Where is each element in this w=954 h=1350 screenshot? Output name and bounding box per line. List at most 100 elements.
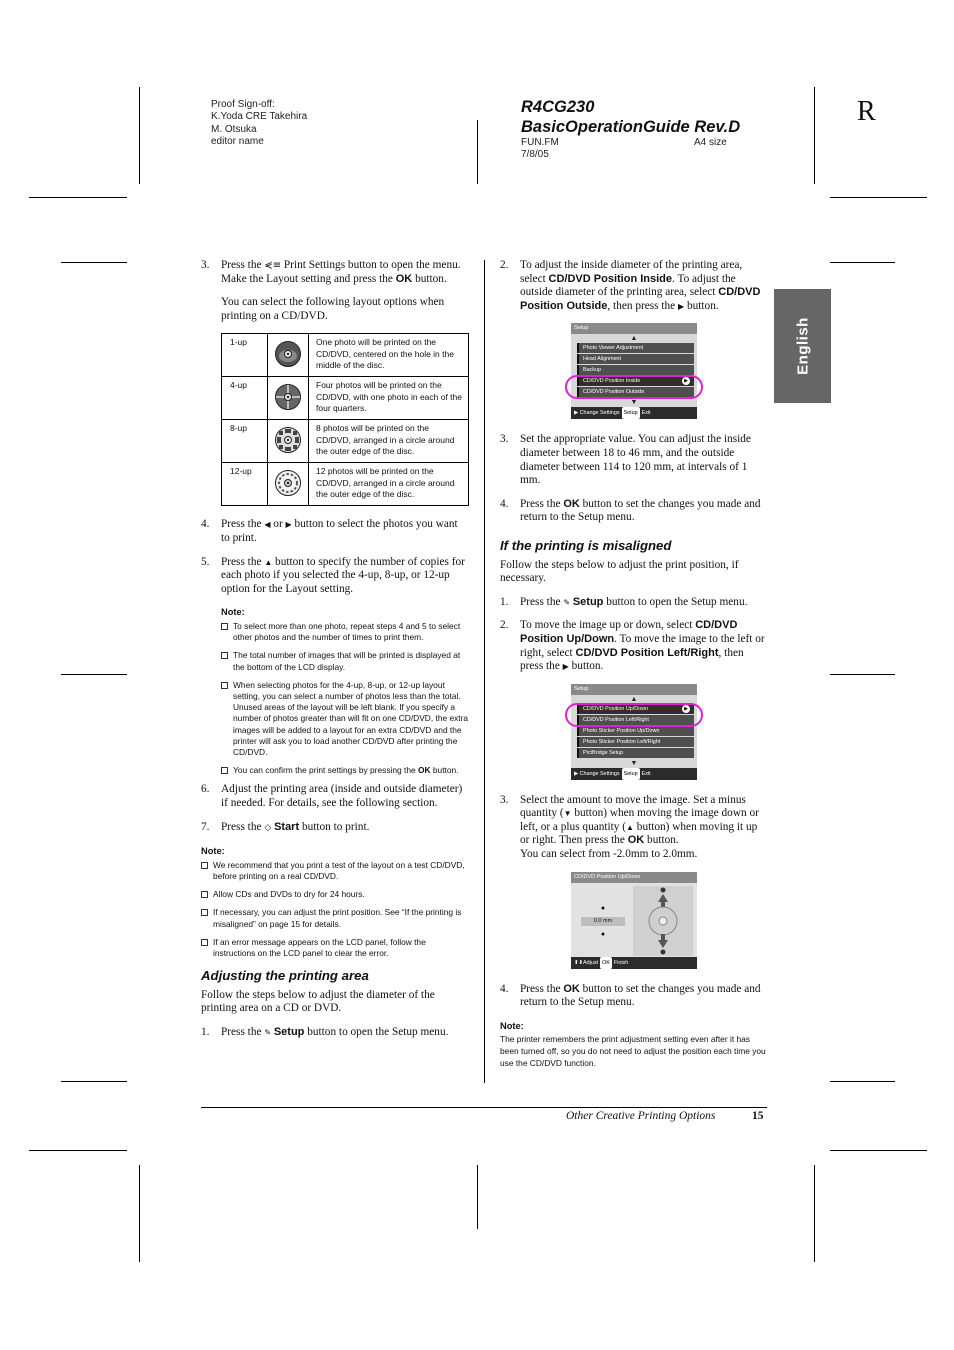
crop-mark [830, 1150, 927, 1151]
disc-12up-icon [275, 469, 301, 496]
footer-chapter: Other Creative Printing Options [566, 1110, 716, 1122]
layout-desc: 12 photos will be printed on the CD/DVD,… [308, 462, 469, 507]
checkbox-bullet-icon [221, 652, 228, 660]
note-text: When selecting photos for the 4-up, 8-up… [233, 679, 469, 757]
up-button-icon: ● [600, 904, 606, 912]
position-value: 0.0 mm [581, 917, 625, 927]
step-text: Set the appropriate value. You can adjus… [520, 433, 751, 487]
lcd-footer: ▶ Change Settings Setup Exit [571, 407, 697, 420]
crop-mark [61, 262, 127, 263]
column-divider [484, 260, 485, 1083]
note-text: If necessary, you can adjust the print p… [213, 907, 462, 929]
lcd-item-label: PictBridge Setup [583, 749, 624, 756]
step-text: button. [568, 660, 604, 673]
menu-item-ref: CD/DVD Position Left/Right [575, 646, 719, 659]
section-heading: If the printing is misaligned [500, 537, 672, 553]
note-text: The total number of images that will be … [233, 650, 461, 672]
note-title: Note: [221, 607, 245, 618]
step-3: 3. Set the appropriate value. You can ad… [500, 433, 768, 487]
ok-button-label: OK [395, 272, 413, 285]
step-text: button to open the Setup menu. [304, 1025, 449, 1038]
lcd-footer: ▶ Change Settings Setup Exit [571, 767, 697, 780]
note-text: The printer remembers the print adjustme… [500, 1034, 766, 1068]
position-value-panel: ● 0.0 mm ● [581, 902, 625, 942]
table-row: 12-up 12 photos will be printed on the C… [221, 462, 469, 507]
ok-button-label: OK [627, 834, 645, 847]
lcd-title: Setup [571, 323, 697, 335]
down-button-icon: ● [600, 931, 606, 939]
disc-1up-icon [275, 340, 301, 367]
right-column: 2. To adjust the inside diameter of the … [500, 259, 768, 1069]
step-1: 1. Press the ✎ Setup button to open the … [500, 596, 768, 610]
lcd-screenshot-setup-1: Setup ▲ Photo Viewer Adjustment Head Ali… [565, 323, 703, 420]
note-item: Allow CDs and DVDs to dry for 24 hours. [201, 889, 469, 900]
lcd-item-label: Backup [583, 367, 601, 374]
note-title: Note: [201, 846, 225, 857]
step-text: button. [644, 834, 679, 847]
note-item: When selecting photos for the 4-up, 8-up… [221, 680, 469, 758]
lcd-footer-text: Adjust [583, 959, 599, 966]
note-text: Allow CDs and DVDs to dry for 24 hours. [213, 889, 365, 900]
note-item: To select more than one photo, repeat st… [221, 621, 469, 643]
lcd-footer-text: Exit [641, 410, 651, 417]
step-number: 2. [500, 619, 509, 632]
highlight-ring [565, 702, 703, 727]
proof-line: editor name [211, 135, 264, 147]
section-intro: Follow the steps below to adjust the pri… [500, 558, 739, 585]
document-title: R4CG230 BasicOperationGuide Rev.D [521, 97, 740, 137]
lcd-menu-item: Photo Sticker Position Up/Down [577, 725, 694, 736]
step-number: 1. [500, 595, 509, 608]
crop-mark [830, 674, 895, 675]
step-7: 7. Press the ◇ Start button to print. [201, 821, 469, 836]
setup-wrench-icon: ✎ [563, 597, 571, 607]
note-item: If an error message appears on the LCD p… [201, 937, 469, 959]
lcd-menu-item: Backup [577, 365, 694, 376]
lcd-item-label: Photo Viewer Adjustment [583, 345, 644, 352]
step-3: 3. Select the amount to move the image. … [500, 794, 768, 862]
step-number: 3. [201, 259, 210, 271]
ok-button-label: OK [563, 982, 580, 995]
table-row: 1-up One photo will be printed on the CD… [221, 333, 469, 378]
step-number: 4. [500, 497, 509, 510]
lcd-screenshot-position: CD/DVD Position Up/Down ● 0.0 mm ● ⬆⬇Adj… [571, 871, 697, 969]
proof-line: K.Yoda CRE Takehira [211, 111, 308, 123]
step-text: button to open the Setup menu. [603, 595, 748, 608]
page-number: 15 [752, 1110, 764, 1122]
step-1: 1. Press the ✎ Setup button to open the … [201, 1026, 469, 1040]
disc-1up-cell [267, 333, 309, 378]
step-6: 6. Adjust the printing area (inside and … [201, 783, 469, 810]
lcd-footer: ⬆⬇Adjust OK Finish [571, 956, 697, 969]
proof-signoff: Proof Sign-off: K.Yoda CRE Takehira M. O… [211, 99, 307, 148]
step-number: 3. [500, 433, 509, 446]
note-text: To select more than one photo, repeat st… [233, 620, 461, 643]
doc-date: 7/8/05 [521, 149, 549, 160]
layout-label: 12-up [221, 462, 268, 507]
disc-8up-cell [267, 419, 309, 464]
checkbox-bullet-icon [201, 909, 208, 917]
step-number: 6. [201, 783, 210, 796]
note-text: button. [430, 765, 459, 776]
step-number: 1. [201, 1025, 210, 1038]
step-text: button to print. [299, 820, 370, 833]
start-diamond-icon: ◇ [264, 822, 272, 833]
step-text: Press the [221, 259, 265, 271]
lcd-footer-text: Change Settings [579, 410, 620, 417]
step-2: 2. To adjust the inside diameter of the … [500, 259, 768, 313]
step-text: Press the [221, 1025, 265, 1038]
note-block-2: Note: We recommend that you print a test… [201, 845, 469, 959]
lcd-item-label: Head Alignment [583, 356, 622, 363]
step-number: 2. [500, 259, 509, 271]
checkbox-bullet-icon [201, 938, 208, 946]
proof-line: Proof Sign-off: [211, 99, 275, 110]
checkbox-bullet-icon [201, 861, 208, 869]
step-2: 2. To move the image up or down, select … [500, 619, 768, 673]
lcd-screenshot-setup-2: Setup ▲ CD/DVD Position Up/Down ▶ CD/DVD … [565, 683, 703, 780]
title-line-2: BasicOperationGuide Rev.D [521, 118, 741, 136]
note-text: You can confirm the print settings by pr… [233, 765, 418, 776]
checkbox-bullet-icon [221, 622, 228, 630]
lcd-menu-item: Photo Sticker Position Left/Right [577, 736, 694, 747]
ok-button-label: OK [563, 497, 580, 510]
note-text: If an error message appears on the LCD p… [213, 936, 426, 958]
crop-mark [61, 1081, 127, 1082]
step-4: 4. Press the OK button to set the change… [500, 983, 768, 1010]
